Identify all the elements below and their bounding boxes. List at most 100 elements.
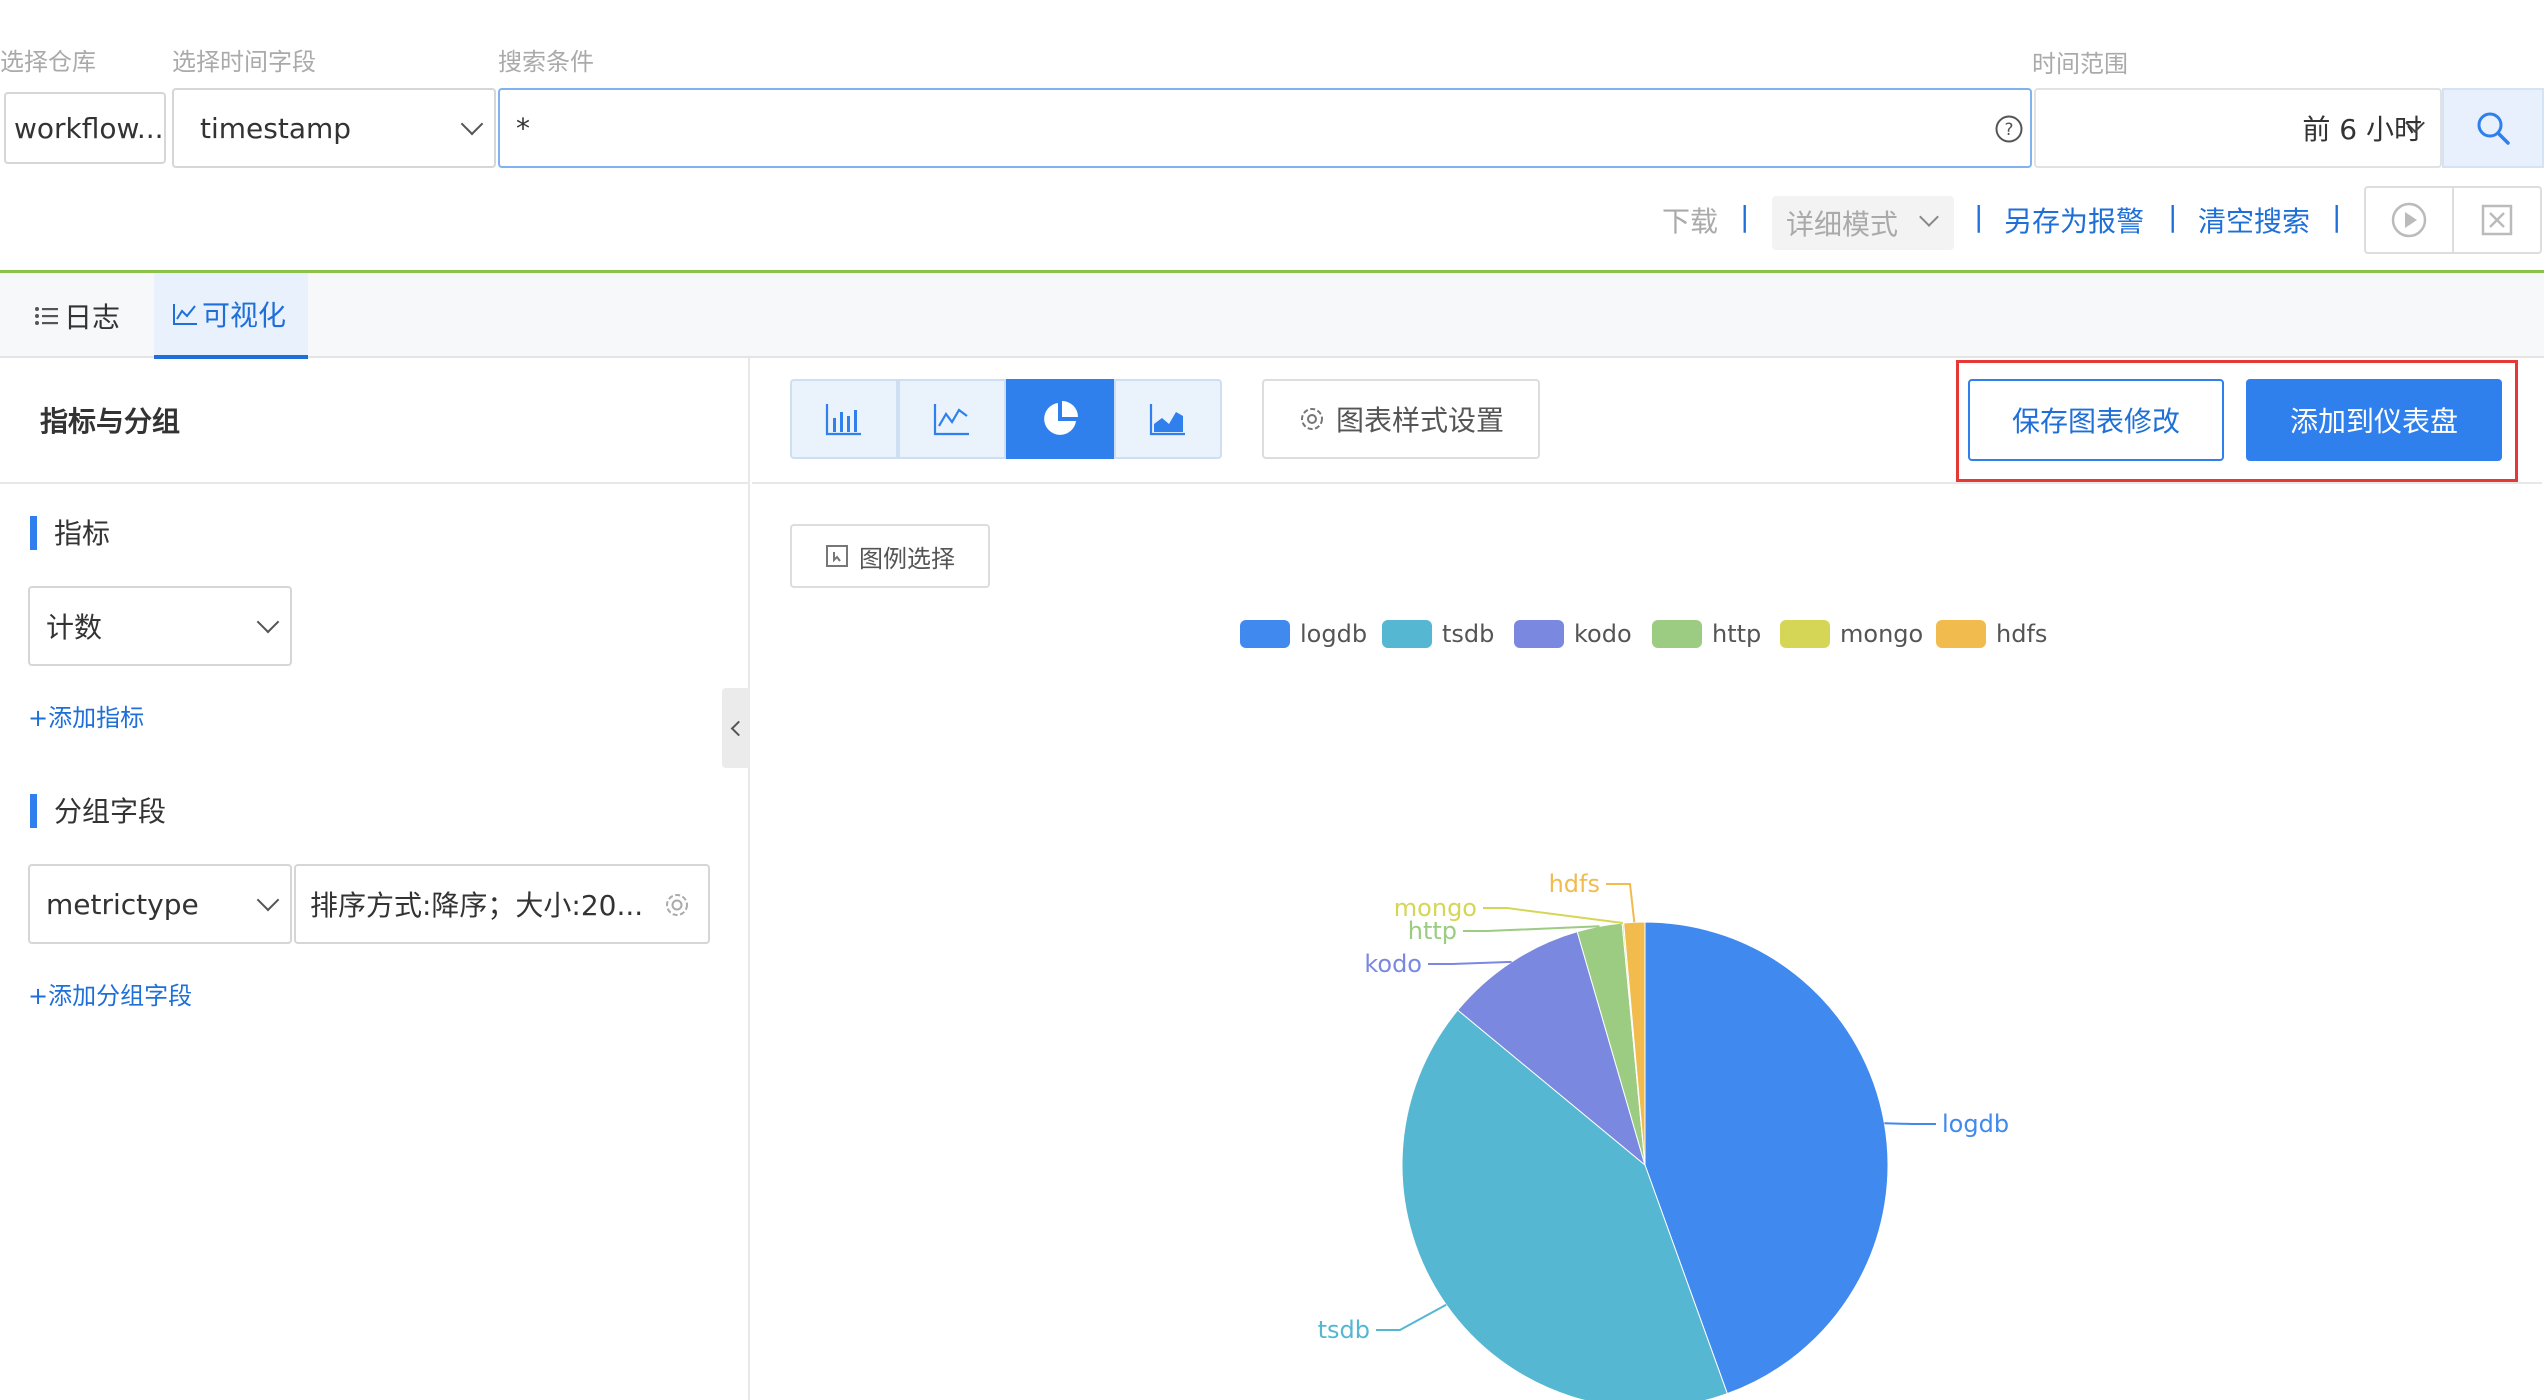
legend-item-http[interactable]: http (1652, 618, 1761, 650)
chart-type-pie[interactable] (1006, 379, 1114, 459)
legend-swatch (1240, 620, 1290, 648)
repo-label: 选择仓库 (0, 48, 96, 76)
chevron-down-icon (460, 112, 484, 136)
legend-swatch (1780, 620, 1830, 648)
timefield-value: timestamp (200, 111, 352, 145)
legend-label: http (1712, 620, 1762, 648)
add-group-link[interactable]: +添加分组字段 (28, 976, 192, 1011)
group-sort-setting[interactable]: 排序方式:降序；大小:20... (294, 864, 710, 944)
toolbar-separator: | (1974, 200, 1984, 233)
download-link[interactable]: 下载 (1662, 200, 1718, 240)
tab-log[interactable]: 日志 (34, 273, 144, 359)
legend-swatch (1382, 620, 1432, 648)
pie-leader-line (1884, 1122, 1936, 1125)
legend-swatch (1652, 620, 1702, 648)
legend-select-label: 图例选择 (859, 544, 955, 573)
add-metric-link[interactable]: +添加指标 (28, 698, 144, 733)
group-section-title: 分组字段 (30, 790, 166, 830)
mode-value: 详细模式 (1786, 208, 1899, 241)
toolbar-separator: | (2332, 200, 2342, 233)
clear-search-link[interactable]: 清空搜索 (2198, 200, 2310, 240)
chevron-down-icon (256, 610, 280, 634)
line-chart-icon (933, 404, 969, 436)
search-value: * (516, 111, 530, 145)
close-square-icon (2481, 204, 2513, 236)
pie-label-hdfs: hdfs (1549, 870, 1600, 898)
add-dashboard-label: 添加到仪表盘 (2289, 405, 2458, 438)
pie-label-logdb: logdb (1942, 1110, 2009, 1138)
pie-leader-line (1428, 960, 1512, 965)
panel-title: 指标与分组 (40, 405, 181, 438)
search-label: 搜索条件 (498, 48, 594, 76)
legend-item-logdb[interactable]: logdb (1240, 618, 1367, 650)
legend-label: tsdb (1442, 620, 1495, 648)
gear-icon (1300, 408, 1323, 430)
collapse-panel-button[interactable] (722, 688, 750, 768)
search-button[interactable] (2442, 88, 2544, 168)
toolbar-separator: | (1740, 200, 1750, 233)
bar-chart-icon (825, 404, 861, 436)
pie-leader-line (1376, 1303, 1447, 1331)
svg-text:?: ? (2004, 120, 2013, 140)
search-icon (2477, 112, 2510, 145)
repo-select[interactable]: workflow... (4, 92, 166, 164)
pie-label-kodo: kodo (1364, 950, 1422, 978)
panel-header: 指标与分组 (0, 358, 748, 484)
pie-chart: logdbtsdbkodohttpmongohdfs (1318, 870, 2009, 1400)
list-icon (35, 307, 58, 325)
pie-leader-line (1463, 925, 1600, 932)
pie-label-mongo: mongo (1394, 894, 1477, 922)
group-field-value: metrictype (46, 887, 199, 921)
chevron-down-icon (1919, 207, 1939, 227)
legend-swatch (1514, 620, 1564, 648)
chart-type-bar[interactable] (790, 379, 898, 459)
legend-label: kodo (1574, 620, 1632, 648)
chevron-down-icon (256, 888, 280, 912)
stop-button[interactable] (2454, 188, 2540, 252)
chart-type-area[interactable] (1114, 379, 1222, 459)
metrics-section-title: 指标 (30, 512, 110, 552)
chart-style-settings-label: 图表样式设置 (1335, 404, 1504, 437)
save-alert-link[interactable]: 另存为报警 (2004, 200, 2144, 240)
help-icon[interactable]: ? (1994, 114, 2024, 151)
mode-select[interactable]: 详细模式 (1772, 196, 1954, 250)
pie-leader-line (1483, 907, 1624, 924)
tab-log-label: 日志 (64, 301, 121, 334)
pie-chart-icon (1044, 401, 1078, 435)
timefield-label: 选择时间字段 (172, 48, 316, 76)
group-field-select[interactable]: metrictype (28, 864, 292, 944)
run-controls (2364, 186, 2542, 254)
legend-select-button[interactable]: 图例选择 (790, 524, 990, 588)
legend-item-kodo[interactable]: kodo (1514, 618, 1632, 650)
time-range-select[interactable]: 前 6 小时 (2034, 88, 2442, 168)
play-button[interactable] (2366, 188, 2454, 252)
toolbar-separator: | (2168, 200, 2178, 233)
metric-select[interactable]: 计数 (28, 586, 292, 666)
save-chart-button[interactable]: 保存图表修改 (1968, 379, 2224, 461)
pie-label-tsdb: tsdb (1318, 1316, 1370, 1344)
search-input[interactable]: * ? (498, 88, 2032, 168)
select-icon (826, 545, 848, 567)
chart-style-settings-button[interactable]: 图表样式设置 (1262, 379, 1540, 459)
legend-item-hdfs[interactable]: hdfs (1936, 618, 2047, 650)
legend-item-mongo[interactable]: mongo (1780, 618, 1923, 650)
add-dashboard-button[interactable]: 添加到仪表盘 (2246, 379, 2502, 461)
metrics-panel: 指标与分组 指标 计数 +添加指标 分组字段 metrictype 排序方式:降… (0, 358, 750, 1400)
timefield-select[interactable]: timestamp (172, 88, 496, 168)
gear-icon[interactable] (662, 890, 692, 927)
legend-label: hdfs (1996, 620, 2048, 648)
chart-type-line[interactable] (898, 379, 1006, 459)
legend-label: mongo (1840, 620, 1924, 648)
legend-item-tsdb[interactable]: tsdb (1382, 618, 1494, 650)
play-icon (2391, 202, 2427, 238)
area-chart-icon (1149, 404, 1185, 436)
pie-leader-line (1606, 883, 1636, 923)
chevron-left-icon (730, 720, 746, 736)
page: 选择仓库 选择时间字段 搜索条件 时间范围 workflow... timest… (0, 0, 2544, 1400)
legend-label: logdb (1300, 620, 1368, 648)
line-chart-icon (173, 304, 197, 325)
legend-swatch (1936, 620, 1986, 648)
tab-visualization[interactable]: 可视化 (154, 273, 308, 359)
tab-bar: 日志 可视化 (0, 270, 2544, 359)
group-sort-value: 排序方式:降序；大小:20... (310, 889, 644, 922)
